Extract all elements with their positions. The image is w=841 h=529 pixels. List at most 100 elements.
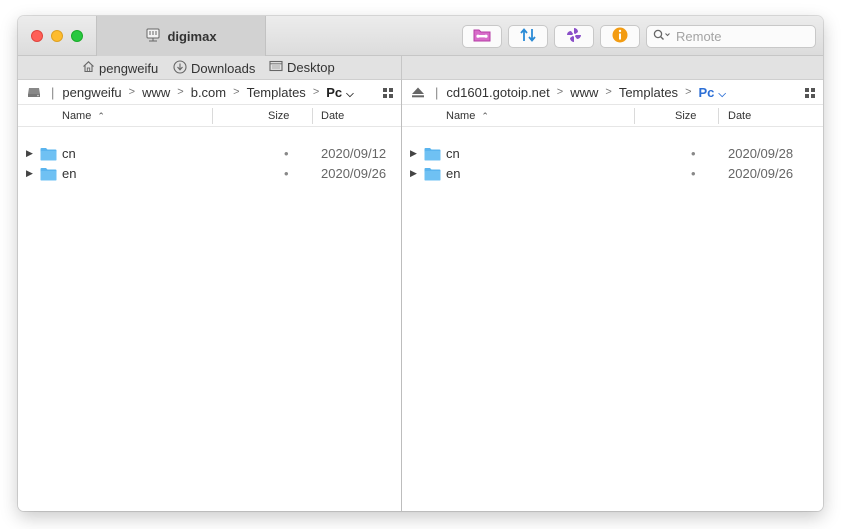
- column-divider[interactable]: [312, 108, 313, 124]
- favorite-downloads[interactable]: Downloads: [173, 60, 255, 77]
- local-path-bar: | pengweifu > www > b.com > Templates > …: [18, 80, 401, 104]
- activity-button[interactable]: [554, 25, 594, 48]
- file-date: 2020/09/26: [321, 166, 387, 181]
- file-name: en: [446, 166, 461, 181]
- breadcrumb-current[interactable]: Pc ⌵: [326, 85, 354, 100]
- file-row[interactable]: ▶ cn • 2020/09/12: [18, 144, 401, 164]
- favorite-desktop[interactable]: Desktop: [269, 60, 335, 75]
- column-date-header[interactable]: Date: [728, 110, 751, 122]
- disclosure-triangle-icon[interactable]: ▶: [26, 168, 33, 179]
- file-size: •: [691, 146, 696, 161]
- column-name-header[interactable]: Name ⌃: [62, 110, 105, 122]
- disclosure-triangle-icon[interactable]: ▶: [410, 168, 417, 179]
- local-column-header: Name ⌃ Size Date: [18, 104, 401, 127]
- breadcrumb-item[interactable]: www: [570, 85, 598, 100]
- breadcrumb-item[interactable]: www: [142, 85, 170, 100]
- network-drive-icon: [145, 27, 161, 46]
- file-date: 2020/09/12: [321, 146, 387, 161]
- file-size: •: [284, 166, 289, 181]
- column-label: Name: [62, 110, 92, 122]
- column-divider[interactable]: [718, 108, 719, 124]
- remote-pane: | cd1601.gotoip.net > www > Templates > …: [402, 80, 823, 511]
- info-circle-icon: [611, 26, 629, 47]
- eject-icon[interactable]: [411, 86, 425, 98]
- remote-column-header: Name ⌃ Size Date: [402, 104, 823, 127]
- chevron-right-icon: >: [685, 86, 692, 98]
- info-button[interactable]: [600, 25, 640, 48]
- favorites-bar: pengweifu Downloads Desktop: [18, 56, 823, 80]
- breadcrumb-item[interactable]: cd1601.gotoip.net: [446, 85, 549, 100]
- column-divider[interactable]: [634, 108, 635, 124]
- zoom-window-button[interactable]: [71, 30, 83, 42]
- local-pane: | pengweifu > www > b.com > Templates > …: [18, 80, 401, 511]
- chevron-right-icon: >: [605, 86, 612, 98]
- chevron-right-icon: >: [233, 86, 240, 98]
- favorite-label: Downloads: [191, 61, 256, 76]
- spinner-icon: [565, 26, 583, 47]
- breadcrumb-item[interactable]: Templates: [247, 85, 306, 100]
- column-name-header[interactable]: Name ⌃: [446, 110, 489, 122]
- disclosure-triangle-icon[interactable]: ▶: [410, 148, 417, 159]
- path-separator: |: [51, 84, 55, 100]
- favorite-home[interactable]: pengweifu: [82, 60, 158, 76]
- column-divider[interactable]: [212, 108, 213, 124]
- view-mode-grid-icon[interactable]: [383, 86, 393, 101]
- chevron-right-icon: >: [312, 86, 320, 98]
- connection-tab[interactable]: digimax: [96, 16, 266, 56]
- breadcrumb-current[interactable]: Pc ⌵: [699, 85, 727, 100]
- file-date: 2020/09/28: [728, 146, 794, 161]
- file-row[interactable]: ▶ en • 2020/09/26: [402, 164, 823, 184]
- download-icon: [173, 60, 187, 77]
- file-row[interactable]: ▶ cn • 2020/09/28: [402, 144, 823, 164]
- file-size: •: [691, 166, 696, 181]
- remote-search-field[interactable]: [646, 25, 816, 48]
- column-date-header[interactable]: Date: [321, 110, 344, 122]
- file-name: en: [62, 166, 77, 181]
- breadcrumb-current-label: Pc: [326, 84, 343, 100]
- breadcrumb-item[interactable]: pengweifu: [62, 85, 121, 100]
- file-date: 2020/09/26: [728, 166, 794, 181]
- folder-link-icon: [472, 27, 492, 46]
- up-down-arrows-icon: [518, 27, 538, 46]
- path-separator: |: [435, 84, 439, 100]
- sync-button[interactable]: [508, 25, 548, 48]
- remote-path-bar: | cd1601.gotoip.net > www > Templates > …: [402, 80, 823, 104]
- minimize-window-button[interactable]: [51, 30, 63, 42]
- favorite-label: pengweifu: [99, 60, 159, 76]
- breadcrumb-item[interactable]: b.com: [191, 85, 226, 100]
- sort-ascending-icon: ⌃: [97, 111, 105, 121]
- file-name: cn: [446, 146, 460, 161]
- breadcrumb-item[interactable]: Templates: [619, 85, 678, 100]
- search-icon: [653, 29, 673, 44]
- chevron-right-icon: >: [556, 86, 564, 98]
- new-folder-button[interactable]: [462, 25, 502, 48]
- chevron-down-icon: ⌵: [346, 88, 354, 100]
- folder-icon: [424, 167, 441, 184]
- folder-icon: [40, 167, 57, 184]
- close-window-button[interactable]: [31, 30, 43, 42]
- sort-ascending-icon: ⌃: [481, 111, 489, 121]
- search-input[interactable]: [676, 29, 806, 44]
- favorites-divider: [401, 56, 402, 80]
- column-size-header[interactable]: Size: [675, 110, 696, 122]
- title-bar: digimax: [18, 16, 823, 56]
- home-icon: [82, 60, 95, 76]
- file-size: •: [284, 146, 289, 161]
- folder-icon: [424, 147, 441, 164]
- view-mode-grid-icon[interactable]: [805, 86, 815, 101]
- hard-drive-icon[interactable]: [27, 86, 41, 98]
- chevron-down-icon: ⌵: [718, 88, 726, 100]
- column-size-header[interactable]: Size: [268, 110, 289, 122]
- breadcrumb-current-label: Pc: [698, 84, 715, 100]
- folder-icon: [40, 147, 57, 164]
- favorite-label: Desktop: [287, 60, 335, 75]
- tab-title: digimax: [167, 28, 217, 44]
- file-name: cn: [62, 146, 76, 161]
- file-row[interactable]: ▶ en • 2020/09/26: [18, 164, 401, 184]
- chevron-right-icon: >: [177, 86, 184, 98]
- desktop-icon: [269, 60, 283, 75]
- chevron-right-icon: >: [128, 86, 136, 98]
- disclosure-triangle-icon[interactable]: ▶: [26, 148, 33, 159]
- app-window: digimax Remote pengweifu Downloads Deskt…: [18, 16, 823, 511]
- column-label: Name: [446, 110, 476, 122]
